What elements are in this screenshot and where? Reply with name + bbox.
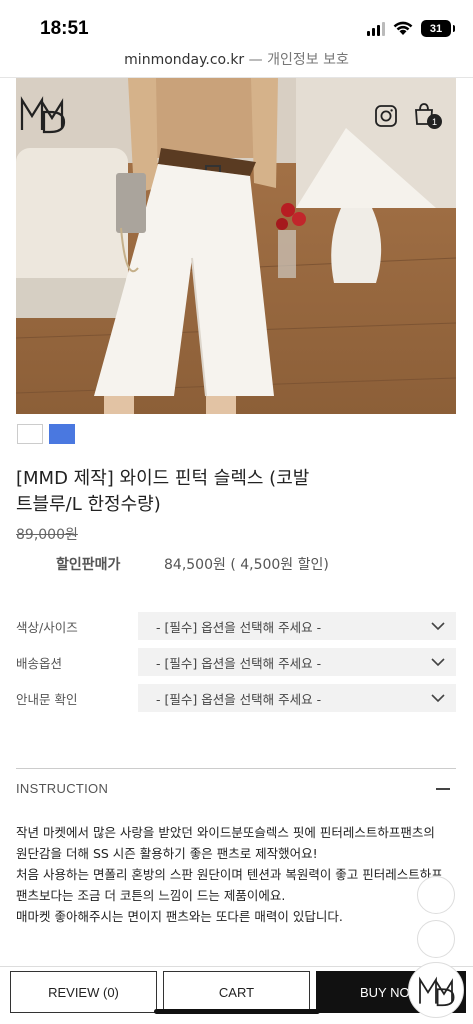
mmd-logo-icon: [419, 976, 455, 1007]
option-select-text: - [필수] 옵션을 선택해 주세요 -: [156, 691, 322, 707]
brand-logo-floating-button[interactable]: [408, 962, 464, 1018]
cart-button[interactable]: CART: [163, 971, 310, 1013]
sale-price-row: 할인판매가 84,500원 ( 4,500원 할인): [56, 554, 329, 574]
home-indicator: [154, 1009, 320, 1014]
option-label: 색상/사이즈: [16, 619, 78, 635]
notice-confirm-select[interactable]: - [필수] 옵션을 선택해 주세요 -: [138, 684, 456, 712]
option-select-text: - [필수] 옵션을 선택해 주세요 -: [156, 655, 322, 671]
description-line: 처음 사용하는 면폴리 혼방의 스판 원단이며 텐션과 복원력이 좋고 핀터레스…: [16, 867, 443, 882]
option-select-text: - [필수] 옵션을 선택해 주세요 -: [156, 619, 322, 635]
product-title: [MMD 제작] 와이드 핀턱 슬렉스 (코발트블루/L 한정수량): [16, 468, 310, 515]
bottom-action-bar: REVIEW (0) CART BUY NOW: [0, 966, 473, 1024]
review-button[interactable]: REVIEW (0): [10, 971, 157, 1013]
shipping-option-select[interactable]: - [필수] 옵션을 선택해 주세요 -: [138, 648, 456, 676]
description-line: 팬츠보다는 조금 더 코튼의 느낌이 드는 제품이에요.: [16, 888, 286, 903]
swatch-white[interactable]: [17, 424, 43, 444]
sale-price-value: 84,500원 ( 4,500원 할인): [164, 557, 329, 573]
option-row-color-size: 색상/사이즈 - [필수] 옵션을 선택해 주세요 -: [16, 612, 456, 640]
cellular-signal-icon: [367, 21, 385, 36]
brand-logo[interactable]: [18, 88, 66, 138]
floating-scroll-down-button[interactable]: [417, 920, 455, 958]
status-time: 18:51: [40, 18, 89, 39]
cart-count-badge: 1: [427, 114, 442, 129]
original-price: 89,000원: [16, 527, 78, 543]
cart-icon-wrap[interactable]: 1: [412, 102, 442, 130]
privacy-label: 개인정보 보호: [267, 52, 349, 68]
hero-icons: 1: [374, 102, 442, 130]
wifi-icon: [393, 21, 413, 35]
description-line: 매마켓 좋아해주시는 면이지 팬츠와는 또다른 매력이 있답니다.: [16, 909, 343, 924]
chevron-down-icon: [431, 658, 445, 667]
option-label: 안내문 확인: [16, 691, 78, 707]
description-line: 원단감을 더해 SS 시즌 활용하기 좋은 팬츠로 제작했어요!: [16, 846, 318, 861]
status-bar: 18:51 31: [0, 0, 473, 46]
camera-icon[interactable]: [374, 104, 398, 128]
option-label: 배송옵션: [16, 655, 63, 671]
section-divider: [16, 768, 456, 769]
product-image[interactable]: 1: [16, 78, 456, 414]
url-bar[interactable]: minmonday.co.kr — 개인정보 보호: [0, 46, 473, 78]
option-row-shipping: 배송옵션 - [필수] 옵션을 선택해 주세요 -: [16, 648, 456, 676]
color-swatches: [17, 424, 75, 444]
collapse-minus-icon[interactable]: [436, 788, 450, 790]
instruction-description: 작년 마켓에서 많은 사랑을 받았던 와이드분또슬렉스 핏에 핀터레스트하프팬츠…: [16, 822, 456, 927]
chevron-down-icon: [431, 694, 445, 703]
swatch-cobalt-blue[interactable]: [49, 424, 75, 444]
instruction-section-title[interactable]: INSTRUCTION: [16, 781, 108, 796]
color-size-select[interactable]: - [필수] 옵션을 선택해 주세요 -: [138, 612, 456, 640]
battery-indicator: 31: [421, 20, 455, 37]
url-domain: minmonday.co.kr: [124, 52, 245, 68]
option-row-notice: 안내문 확인 - [필수] 옵션을 선택해 주세요 -: [16, 684, 456, 712]
chevron-down-icon: [431, 622, 445, 631]
sale-price-label: 할인판매가: [56, 557, 121, 573]
floating-scroll-up-button[interactable]: [417, 876, 455, 914]
description-line: 작년 마켓에서 많은 사랑을 받았던 와이드분또슬렉스 핏에 핀터레스트하프팬츠…: [16, 825, 435, 840]
status-icons: 31: [367, 20, 455, 37]
url-separator: —: [248, 52, 263, 68]
